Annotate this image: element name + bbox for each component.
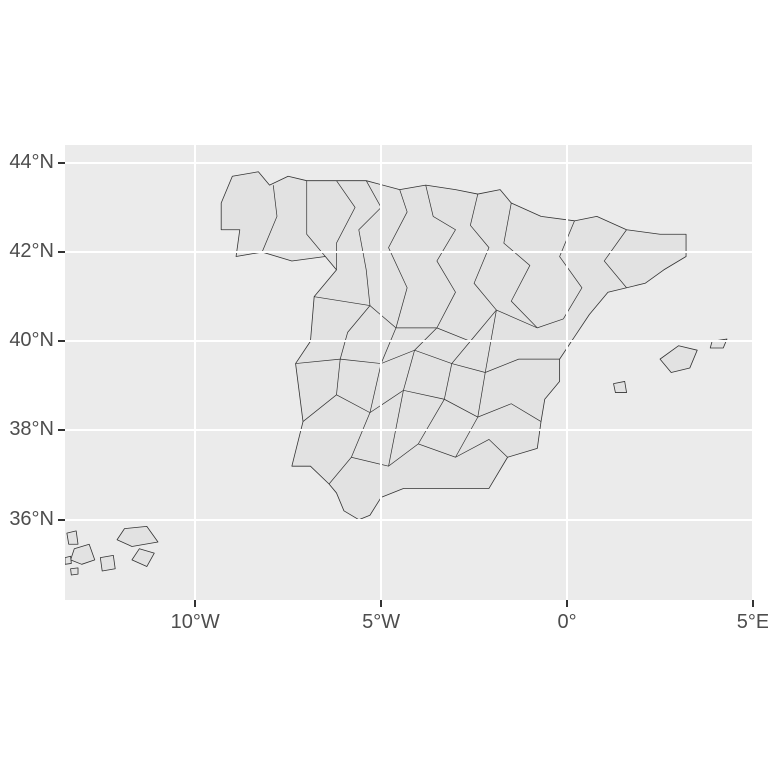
y-tick <box>58 162 65 164</box>
y-tick <box>58 519 65 521</box>
y-tick <box>58 251 65 253</box>
y-tick <box>58 340 65 342</box>
la-palma <box>67 531 78 544</box>
x-tick-label: 10°W <box>165 611 225 634</box>
grid-horizontal <box>65 519 753 521</box>
grid-vertical <box>194 145 196 600</box>
x-tick <box>566 600 568 607</box>
el-hierro <box>71 568 78 575</box>
x-tick <box>380 600 382 607</box>
map-svg <box>65 145 753 600</box>
spain-mainland <box>221 172 686 520</box>
grid-horizontal <box>65 251 753 253</box>
x-tick-label: 0° <box>537 611 597 634</box>
grid-vertical <box>752 145 754 600</box>
x-tick-label: 5°W <box>351 611 411 634</box>
y-tick-label: 42°N <box>9 240 54 263</box>
figure: 10°W 5°W 0° 5°E 36°N 38°N 40°N 42°N 44°N <box>0 0 768 768</box>
la-gomera <box>65 556 71 564</box>
gran-canaria <box>100 555 115 571</box>
y-tick-label: 36°N <box>9 508 54 531</box>
y-tick-label: 44°N <box>9 151 54 174</box>
grid-horizontal <box>65 429 753 431</box>
fuerteventura <box>132 549 154 567</box>
y-tick-label: 40°N <box>9 329 54 352</box>
grid-vertical <box>380 145 382 600</box>
y-tick <box>58 429 65 431</box>
ibiza <box>614 381 627 392</box>
lanzarote <box>117 526 158 546</box>
x-tick <box>752 600 754 607</box>
mallorca <box>660 346 697 373</box>
y-tick-label: 38°N <box>9 418 54 441</box>
grid-horizontal <box>65 162 753 164</box>
x-tick-label: 5°E <box>723 611 768 634</box>
grid-horizontal <box>65 340 753 342</box>
x-tick <box>194 600 196 607</box>
tenerife <box>71 544 95 564</box>
grid-vertical <box>566 145 568 600</box>
